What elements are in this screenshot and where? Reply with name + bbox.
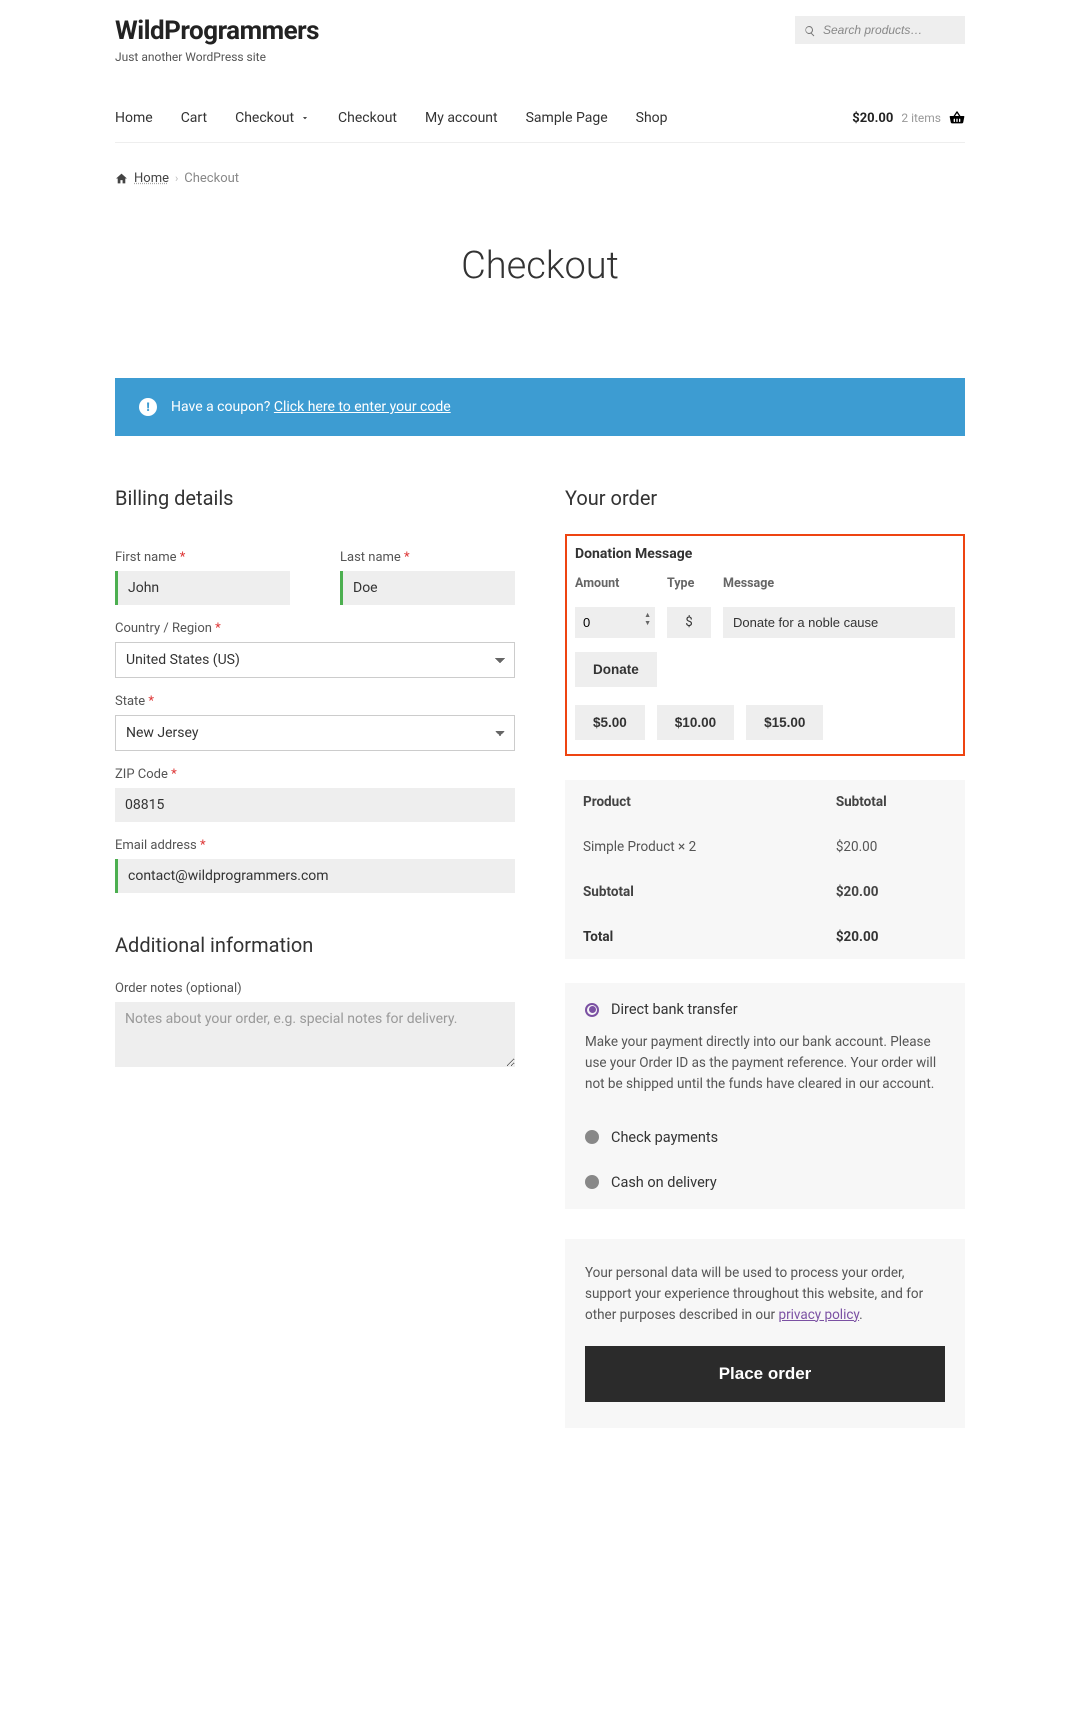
nav-checkout-dropdown[interactable]: Checkout [221, 94, 324, 142]
order-table-product-header: Product [565, 780, 818, 825]
breadcrumb: Home › Checkout [115, 143, 965, 214]
order-total-value: $20.00 [818, 915, 965, 960]
order-total-label: Total [565, 915, 818, 960]
country-select[interactable]: United States (US) [115, 642, 515, 678]
order-notes-input[interactable] [115, 1002, 515, 1067]
search-icon [804, 25, 816, 37]
email-label: Email address * [115, 838, 515, 853]
payment-bacs-label: Direct bank transfer [611, 1001, 738, 1018]
donation-preset-10[interactable]: $10.00 [657, 705, 734, 740]
order-product-value: $20.00 [818, 825, 965, 870]
payment-bacs[interactable]: Direct bank transfer [565, 987, 965, 1032]
payment-cod-label: Cash on delivery [611, 1174, 717, 1191]
privacy-policy-link[interactable]: privacy policy [778, 1307, 859, 1323]
donation-message-input[interactable] [723, 607, 955, 638]
donation-preset-5[interactable]: $5.00 [575, 705, 645, 740]
cart-total: $20.00 [852, 111, 893, 126]
cart-count: 2 items [901, 111, 941, 125]
chevron-down-icon [300, 113, 310, 123]
first-name-label: First name * [115, 550, 290, 565]
payment-cheque-label: Check payments [611, 1129, 718, 1146]
order-subtotal-label: Subtotal [565, 870, 818, 915]
order-subtotal-value: $20.00 [818, 870, 965, 915]
info-icon: ! [139, 398, 157, 416]
site-tagline: Just another WordPress site [115, 50, 319, 64]
home-icon [115, 172, 128, 185]
payment-methods: Direct bank transfer Make your payment d… [565, 983, 965, 1209]
breadcrumb-home[interactable]: Home [134, 171, 169, 186]
additional-heading: Additional information [115, 933, 515, 957]
coupon-link[interactable]: Click here to enter your code [274, 399, 451, 415]
basket-icon [949, 110, 965, 126]
order-notes-label: Order notes (optional) [115, 981, 515, 996]
amount-spinner[interactable]: ▲▼ [644, 611, 651, 627]
breadcrumb-sep: › [175, 172, 178, 185]
payment-cod[interactable]: Cash on delivery [565, 1160, 965, 1205]
state-label: State * [115, 694, 515, 709]
radio-icon [585, 1130, 599, 1144]
donation-amount-input[interactable] [575, 607, 655, 638]
page-title: Checkout [115, 244, 965, 288]
payment-bacs-desc: Make your payment directly into our bank… [565, 1032, 965, 1115]
primary-nav: Home Cart Checkout Checkout My account S… [115, 94, 965, 143]
state-select[interactable]: New Jersey [115, 715, 515, 751]
donate-button[interactable]: Donate [575, 652, 657, 687]
nav-cart[interactable]: Cart [167, 94, 221, 142]
donation-type-header: Type [667, 576, 711, 591]
coupon-prefix: Have a coupon? [171, 399, 274, 415]
donation-amount-header: Amount [575, 576, 655, 591]
first-name-input[interactable] [115, 571, 290, 605]
order-product-name: Simple Product × 2 [565, 825, 818, 870]
zip-label: ZIP Code * [115, 767, 515, 782]
order-table: Product Subtotal Simple Product × 2 $20.… [565, 780, 965, 959]
donation-message-header: Message [723, 576, 955, 591]
donation-preset-15[interactable]: $15.00 [746, 705, 823, 740]
search-input[interactable] [795, 16, 965, 44]
order-table-subtotal-header: Subtotal [818, 780, 965, 825]
privacy-text: Your personal data will be used to proce… [585, 1265, 923, 1323]
nav-home[interactable]: Home [115, 94, 167, 142]
your-order-heading: Your order [565, 486, 965, 510]
search-wrap [795, 16, 965, 44]
zip-input[interactable] [115, 788, 515, 822]
nav-shop[interactable]: Shop [622, 94, 682, 142]
radio-icon [585, 1003, 599, 1017]
donation-type: $ [667, 607, 711, 638]
place-order-button[interactable]: Place order [585, 1346, 945, 1402]
payment-cheque[interactable]: Check payments [565, 1115, 965, 1160]
last-name-label: Last name * [340, 550, 515, 565]
nav-checkout[interactable]: Checkout [324, 94, 411, 142]
email-input[interactable] [115, 859, 515, 893]
nav-my-account[interactable]: My account [411, 94, 512, 142]
last-name-input[interactable] [340, 571, 515, 605]
site-title[interactable]: WildProgrammers [115, 16, 319, 46]
coupon-banner: ! Have a coupon? Click here to enter you… [115, 378, 965, 436]
radio-icon [585, 1175, 599, 1189]
privacy-box: Your personal data will be used to proce… [565, 1239, 965, 1428]
donation-title: Donation Message [575, 546, 955, 562]
breadcrumb-current: Checkout [184, 171, 239, 186]
nav-cart-summary[interactable]: $20.00 2 items [852, 110, 965, 126]
nav-sample-page[interactable]: Sample Page [512, 94, 622, 142]
donation-box: Donation Message Amount Type Message ▲▼ … [565, 534, 965, 756]
country-label: Country / Region * [115, 621, 515, 636]
billing-heading: Billing details [115, 486, 515, 510]
